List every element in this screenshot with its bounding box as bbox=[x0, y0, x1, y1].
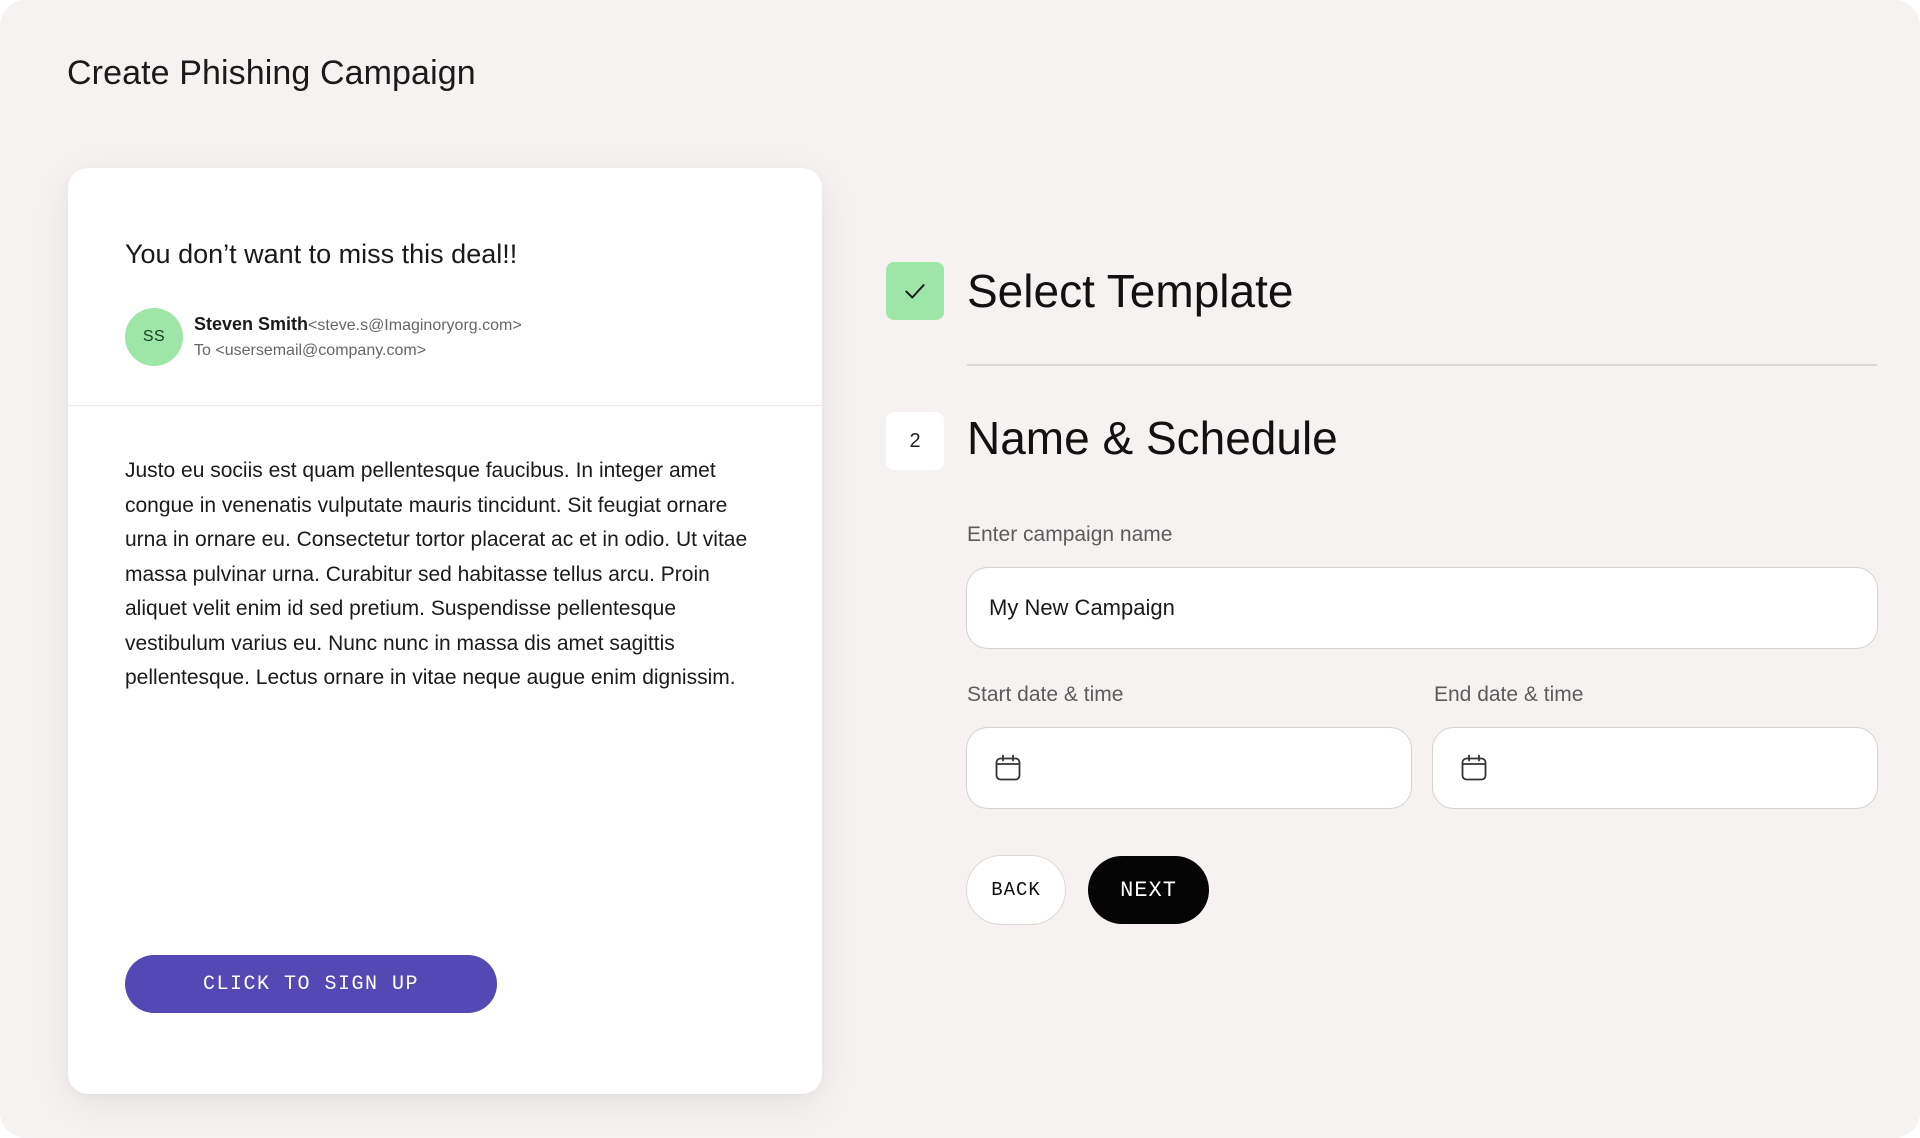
step-divider bbox=[967, 364, 1877, 366]
step-title-select-template[interactable]: Select Template bbox=[967, 264, 1293, 318]
avatar: SS bbox=[125, 308, 183, 366]
start-date-field[interactable] bbox=[966, 727, 1412, 809]
sender-name: Steven Smith bbox=[194, 314, 309, 334]
calendar-icon bbox=[1461, 754, 1487, 781]
app-frame: Create Phishing Campaign You don’t want … bbox=[0, 0, 1920, 1138]
sender-line: Steven Smith<steve.s@Imaginoryorg.com> bbox=[194, 314, 522, 335]
step-number-badge: 2 bbox=[886, 412, 944, 470]
start-date-label: Start date & time bbox=[967, 683, 1124, 706]
email-subject: You don’t want to miss this deal!! bbox=[125, 239, 518, 269]
step-complete-badge bbox=[886, 262, 944, 320]
campaign-name-label: Enter campaign name bbox=[967, 523, 1173, 546]
next-button[interactable]: NEXT bbox=[1088, 856, 1209, 924]
signup-cta-button[interactable]: CLICK TO SIGN UP bbox=[125, 955, 497, 1013]
end-date-label: End date & time bbox=[1434, 683, 1584, 706]
email-preview-card: You don’t want to miss this deal!! SS St… bbox=[68, 168, 822, 1094]
page-title: Create Phishing Campaign bbox=[67, 54, 476, 92]
recipient-line: To <usersemail@company.com> bbox=[194, 342, 427, 359]
campaign-name-input[interactable] bbox=[966, 567, 1878, 649]
end-date-field[interactable] bbox=[1432, 727, 1878, 809]
email-body: Justo eu sociis est quam pellentesque fa… bbox=[125, 459, 748, 689]
sender-email: <steve.s@Imaginoryorg.com> bbox=[308, 317, 522, 334]
check-icon bbox=[905, 284, 925, 299]
calendar-icon bbox=[995, 754, 1021, 781]
email-header: You don’t want to miss this deal!! SS St… bbox=[68, 168, 822, 406]
back-button[interactable]: BACK bbox=[966, 855, 1066, 925]
step-title-name-schedule: Name & Schedule bbox=[967, 412, 1338, 464]
